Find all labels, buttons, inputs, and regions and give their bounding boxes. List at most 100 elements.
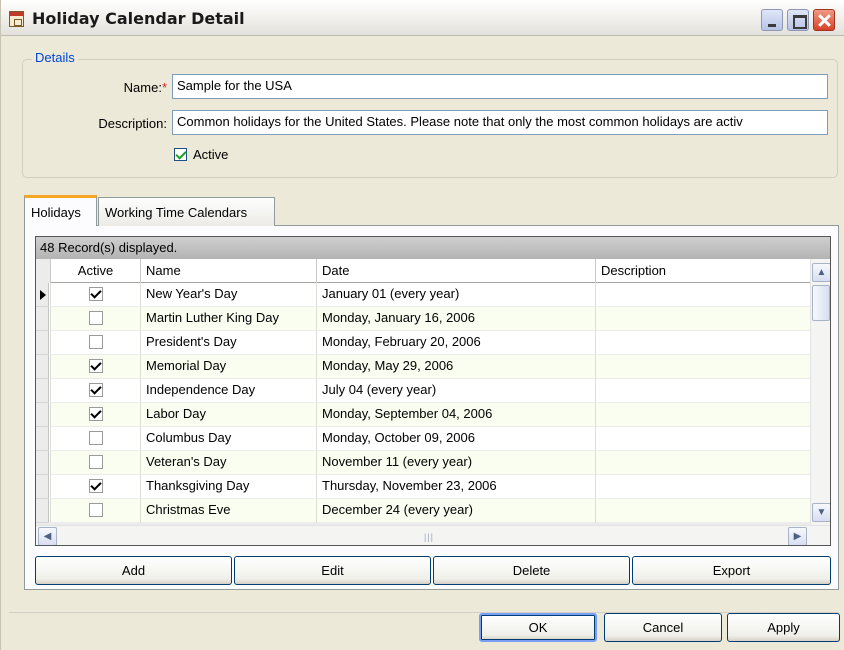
horizontal-scrollbar[interactable]: ◀ ||| ▶ <box>36 525 830 545</box>
table-row[interactable]: Martin Luther King Day Monday, January 16… <box>36 307 810 331</box>
active-checkbox[interactable] <box>174 148 187 161</box>
edit-button[interactable]: Edit <box>234 556 431 585</box>
cell-active <box>50 475 140 499</box>
row-active-checkbox[interactable] <box>89 407 103 421</box>
cell-description <box>595 283 810 307</box>
minimize-button[interactable] <box>761 9 783 31</box>
row-header-corner <box>36 259 50 283</box>
column-header-name[interactable]: Name <box>140 259 316 283</box>
cell-date: Monday, September 04, 2006 <box>316 403 595 427</box>
cell-date: Monday, February 20, 2006 <box>316 331 595 355</box>
row-pointer-icon[interactable] <box>36 283 49 307</box>
cell-active <box>50 283 140 307</box>
column-header-active[interactable]: Active <box>50 259 140 283</box>
cell-description <box>595 307 810 331</box>
row-active-checkbox[interactable] <box>89 479 103 493</box>
table-row[interactable]: Independence Day July 04 (every year) <box>36 379 810 403</box>
window-title: Holiday Calendar Detail <box>32 9 245 28</box>
row-active-checkbox[interactable] <box>89 383 103 397</box>
cell-active <box>50 499 140 523</box>
active-checkbox-label: Active <box>193 147 229 162</box>
table-row[interactable]: Columbus Day Monday, October 09, 2006 <box>36 427 810 451</box>
cell-active <box>50 403 140 427</box>
cancel-button[interactable]: Cancel <box>604 613 722 642</box>
cell-description <box>595 451 810 475</box>
cell-active <box>50 427 140 451</box>
close-button[interactable] <box>813 9 835 31</box>
row-active-checkbox[interactable] <box>89 431 103 445</box>
cell-date: Thursday, November 23, 2006 <box>316 475 595 499</box>
row-active-checkbox[interactable] <box>89 359 103 373</box>
name-input[interactable]: Sample for the USA <box>172 74 828 99</box>
cell-name: Columbus Day <box>140 427 316 451</box>
cell-name: Labor Day <box>140 403 316 427</box>
name-label: Name:* <box>101 80 167 95</box>
table-row[interactable]: President's Day Monday, February 20, 2006 <box>36 331 810 355</box>
table-row[interactable]: Memorial Day Monday, May 29, 2006 <box>36 355 810 379</box>
column-header-date[interactable]: Date <box>316 259 595 283</box>
tab-holidays[interactable]: Holidays <box>24 195 97 226</box>
cell-description <box>595 331 810 355</box>
vertical-scroll-thumb[interactable] <box>812 285 830 321</box>
scroll-right-button[interactable]: ▶ <box>788 527 807 545</box>
vertical-scrollbar[interactable]: ▲ ▼ <box>810 259 830 525</box>
row-active-checkbox[interactable] <box>89 335 103 349</box>
maximize-button[interactable] <box>787 9 809 31</box>
row-header[interactable] <box>36 379 49 403</box>
row-active-checkbox[interactable] <box>89 503 103 517</box>
cell-name: New Year's Day <box>140 283 316 307</box>
cell-active <box>50 451 140 475</box>
row-active-checkbox[interactable] <box>89 455 103 469</box>
holiday-calendar-dialog: Holiday Calendar Detail Details Name:* S… <box>0 0 844 650</box>
row-header[interactable] <box>36 355 49 379</box>
description-input[interactable]: Common holidays for the United States. P… <box>172 110 828 135</box>
cell-name: Memorial Day <box>140 355 316 379</box>
row-header[interactable] <box>36 331 49 355</box>
cell-date: Monday, October 09, 2006 <box>316 427 595 451</box>
row-header[interactable] <box>36 403 49 427</box>
row-active-checkbox[interactable] <box>89 311 103 325</box>
required-marker: * <box>161 80 167 95</box>
ok-button[interactable]: OK <box>479 613 597 642</box>
title-bar[interactable]: Holiday Calendar Detail <box>1 0 844 36</box>
table-row[interactable]: Christmas Eve December 24 (every year) <box>36 499 810 523</box>
cell-active <box>50 355 140 379</box>
table-row[interactable]: Veteran's Day November 11 (every year) <box>36 451 810 475</box>
apply-button[interactable]: Apply <box>727 613 840 642</box>
description-label: Description: <box>98 116 167 131</box>
export-button[interactable]: Export <box>632 556 831 585</box>
row-header[interactable] <box>36 475 49 499</box>
delete-button[interactable]: Delete <box>433 556 630 585</box>
add-button[interactable]: Add <box>35 556 232 585</box>
table-row[interactable]: New Year's Day January 01 (every year) <box>36 283 810 307</box>
table-row[interactable]: Thanksgiving Day Thursday, November 23, 2… <box>36 475 810 499</box>
cell-description <box>595 355 810 379</box>
tab-working-time-calendars[interactable]: Working Time Calendars <box>98 197 275 226</box>
records-count: 48 Record(s) displayed. <box>36 237 830 259</box>
row-header[interactable] <box>36 499 49 523</box>
column-header-description[interactable]: Description <box>595 259 810 283</box>
row-header[interactable] <box>36 427 49 451</box>
cell-name: Thanksgiving Day <box>140 475 316 499</box>
scroll-grip-icon: ||| <box>424 532 435 542</box>
cell-description <box>595 379 810 403</box>
cell-active <box>50 331 140 355</box>
cell-date: Monday, January 16, 2006 <box>316 307 595 331</box>
table-row[interactable]: Labor Day Monday, September 04, 2006 <box>36 403 810 427</box>
row-active-checkbox[interactable] <box>89 287 103 301</box>
cell-active <box>50 379 140 403</box>
row-header[interactable] <box>36 451 49 475</box>
cell-description <box>595 475 810 499</box>
cell-date: January 01 (every year) <box>316 283 595 307</box>
holidays-grid: 48 Record(s) displayed. Active Name Date… <box>35 236 831 546</box>
cell-date: July 04 (every year) <box>316 379 595 403</box>
cell-name: Veteran's Day <box>140 451 316 475</box>
cell-description <box>595 403 810 427</box>
cell-name: Christmas Eve <box>140 499 316 523</box>
cell-description <box>595 499 810 523</box>
cell-name: President's Day <box>140 331 316 355</box>
scroll-down-button[interactable]: ▼ <box>812 503 830 522</box>
scroll-left-button[interactable]: ◀ <box>38 527 57 545</box>
scroll-up-button[interactable]: ▲ <box>812 263 830 282</box>
row-header[interactable] <box>36 307 49 331</box>
